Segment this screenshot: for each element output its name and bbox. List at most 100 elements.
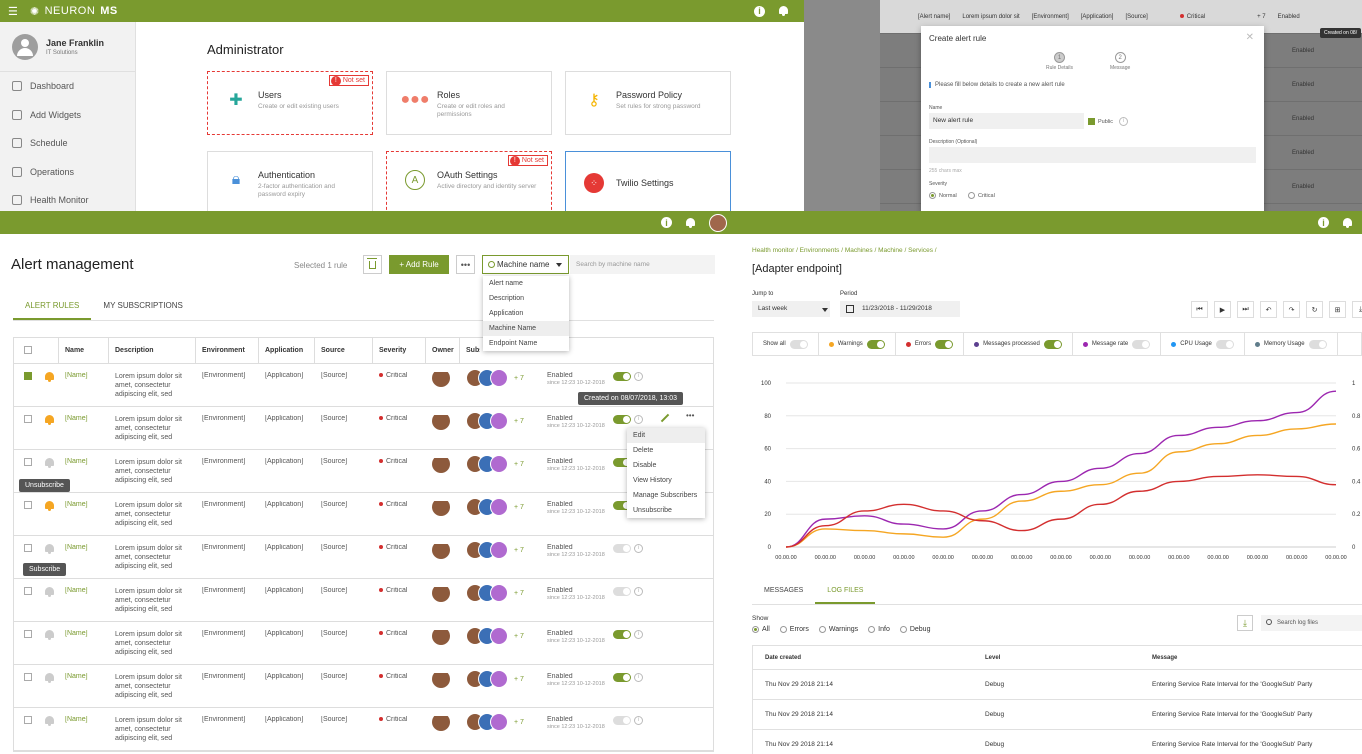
enable-toggle[interactable] bbox=[613, 630, 631, 639]
subscribers-cell[interactable]: + 7 bbox=[460, 455, 541, 473]
bell-icon[interactable] bbox=[45, 544, 54, 554]
legend-toggle[interactable] bbox=[789, 339, 808, 349]
severity-critical-radio[interactable]: Critical bbox=[968, 192, 995, 199]
row-checkbox[interactable] bbox=[24, 501, 32, 509]
info-icon[interactable]: i bbox=[634, 372, 643, 381]
nav-dashboard[interactable]: Dashboard bbox=[0, 72, 135, 101]
owner-avatar[interactable] bbox=[432, 716, 450, 731]
col-subscribers[interactable]: Subs bbox=[460, 338, 480, 364]
table-row[interactable]: [Name] Lorem ipsum dolor sit amet, consec… bbox=[14, 708, 713, 751]
jump-to-select[interactable]: Last week bbox=[752, 301, 830, 317]
delete-button[interactable] bbox=[363, 255, 382, 274]
undo-button[interactable]: ↶ bbox=[1260, 301, 1277, 318]
row-checkbox[interactable] bbox=[24, 673, 32, 681]
legend-toggle[interactable] bbox=[1043, 339, 1062, 349]
legend-toggle[interactable] bbox=[866, 339, 885, 349]
legend-item[interactable]: Messages processed bbox=[964, 332, 1073, 356]
col-level[interactable]: Level bbox=[973, 655, 1140, 661]
col-source[interactable]: Source bbox=[315, 337, 373, 364]
breadcrumb[interactable]: Health monitor / Environments / Machines… bbox=[752, 247, 937, 254]
select-all-checkbox[interactable] bbox=[24, 345, 32, 354]
download-button[interactable]: ⤓ bbox=[1352, 301, 1362, 318]
owner-avatar[interactable] bbox=[432, 501, 450, 516]
col-message[interactable]: Message bbox=[1140, 655, 1350, 661]
info-icon[interactable]: i bbox=[634, 415, 643, 424]
bell-icon[interactable] bbox=[45, 415, 54, 425]
enable-toggle[interactable] bbox=[613, 372, 631, 381]
owner-avatar[interactable] bbox=[432, 544, 450, 559]
name-input[interactable]: New alert rule bbox=[929, 113, 1084, 129]
legend-item[interactable]: Warnings bbox=[819, 332, 896, 356]
subscribers-cell[interactable]: + 7 bbox=[460, 541, 541, 559]
enable-toggle[interactable] bbox=[613, 544, 631, 553]
filter-all[interactable]: All bbox=[752, 626, 770, 633]
bell-icon[interactable] bbox=[45, 501, 54, 511]
subscribers-cell[interactable]: + 7 bbox=[460, 498, 541, 516]
menu-disable[interactable]: Disable bbox=[627, 458, 705, 473]
card-authentication[interactable]: 🔒︎ Authentication 2-factor authentication… bbox=[207, 151, 373, 212]
bell-icon[interactable] bbox=[779, 6, 788, 16]
menu-unsubscribe[interactable]: Unsubscribe bbox=[627, 503, 705, 518]
legend-toggle[interactable] bbox=[1308, 339, 1327, 349]
tab-messages[interactable]: MESSAGES bbox=[752, 581, 815, 604]
filter-warnings[interactable]: Warnings bbox=[818, 626, 858, 633]
legend-item[interactable]: Message rate bbox=[1073, 332, 1162, 356]
step-message[interactable]: 2 Message bbox=[1110, 52, 1130, 71]
col-environment[interactable]: Environment bbox=[196, 337, 259, 364]
rule-name[interactable]: [Name] bbox=[59, 544, 109, 551]
refresh-button[interactable]: ↻ bbox=[1306, 301, 1323, 318]
tab-log-files[interactable]: LOG FILES bbox=[815, 581, 876, 604]
bell-icon[interactable] bbox=[45, 673, 54, 683]
bell-icon[interactable] bbox=[45, 372, 54, 382]
col-application[interactable]: Application bbox=[259, 337, 315, 364]
filter-debug[interactable]: Debug bbox=[899, 626, 930, 633]
nav-schedule[interactable]: Schedule bbox=[0, 129, 135, 158]
bell-icon[interactable] bbox=[45, 630, 54, 640]
table-row[interactable]: [Name] Lorem ipsum dolor sit amet, consec… bbox=[14, 579, 713, 622]
filter-option-description[interactable]: Description bbox=[483, 291, 569, 306]
user-profile[interactable]: Jane Franklin IT Solutions bbox=[0, 22, 135, 72]
card-roles[interactable]: ●●● Roles Create or edit roles and permis… bbox=[386, 71, 552, 135]
subscribers-cell[interactable]: + 7 bbox=[460, 627, 541, 645]
log-row[interactable]: Thu Nov 29 2018 21:14 Debug Entering Ser… bbox=[753, 730, 1362, 754]
bell-icon[interactable] bbox=[45, 458, 54, 468]
owner-avatar[interactable] bbox=[432, 587, 450, 602]
log-row[interactable]: Thu Nov 29 2018 21:14 Debug Entering Ser… bbox=[753, 700, 1362, 730]
add-rule-button[interactable]: + Add Rule bbox=[389, 255, 449, 274]
step-rule-details[interactable]: 1 Rule Details bbox=[1046, 52, 1073, 71]
table-row[interactable]: [Name] Lorem ipsum dolor sit amet, consec… bbox=[14, 536, 713, 579]
period-input[interactable]: 11/23/2018 - 11/29/2018 bbox=[840, 301, 960, 317]
rule-name[interactable]: [Name] bbox=[59, 458, 109, 465]
legend-item[interactable]: CPU Usage bbox=[1161, 332, 1245, 356]
tab-my-subscriptions[interactable]: MY SUBSCRIPTIONS bbox=[91, 293, 194, 320]
close-icon[interactable]: ✕ bbox=[1246, 32, 1254, 43]
row-checkbox[interactable] bbox=[24, 716, 32, 724]
table-row[interactable]: [Name] Lorem ipsum dolor sit amet, consec… bbox=[14, 450, 713, 493]
card-twilio-settings[interactable]: ⁘ Twilio Settings bbox=[565, 151, 731, 212]
owner-avatar[interactable] bbox=[432, 415, 450, 430]
legend-item[interactable]: Memory Usage bbox=[1245, 332, 1338, 356]
hamburger-icon[interactable]: ☰ bbox=[8, 5, 18, 18]
search-input[interactable]: Search by machine name bbox=[570, 255, 715, 274]
tab-alert-rules[interactable]: ALERT RULES bbox=[13, 293, 92, 320]
rule-name[interactable]: [Name] bbox=[59, 630, 109, 637]
row-checkbox[interactable] bbox=[24, 415, 32, 423]
col-date-created[interactable]: Date created bbox=[753, 655, 973, 661]
enable-toggle[interactable] bbox=[613, 587, 631, 596]
subscribers-cell[interactable]: + 7 bbox=[460, 412, 541, 430]
bell-icon[interactable] bbox=[45, 716, 54, 726]
info-icon[interactable]: i bbox=[634, 630, 643, 639]
play-button[interactable]: ▶ bbox=[1214, 301, 1231, 318]
filter-info[interactable]: Info bbox=[868, 626, 890, 633]
menu-delete[interactable]: Delete bbox=[627, 443, 705, 458]
severity-normal-radio[interactable]: Normal bbox=[929, 192, 957, 199]
filter-select[interactable]: Machine name bbox=[482, 255, 569, 274]
legend-item[interactable]: Show all bbox=[753, 332, 819, 356]
table-row[interactable]: [Name] Lorem ipsum dolor sit amet, consec… bbox=[14, 665, 713, 708]
menu-view-history[interactable]: View History bbox=[627, 473, 705, 488]
enable-toggle[interactable] bbox=[613, 673, 631, 682]
owner-avatar[interactable] bbox=[432, 673, 450, 688]
table-row[interactable]: [Name] Lorem ipsum dolor sit amet, consec… bbox=[14, 622, 713, 665]
filter-option-machine-name[interactable]: Machine Name bbox=[483, 321, 569, 336]
info-icon[interactable]: i bbox=[754, 5, 765, 17]
